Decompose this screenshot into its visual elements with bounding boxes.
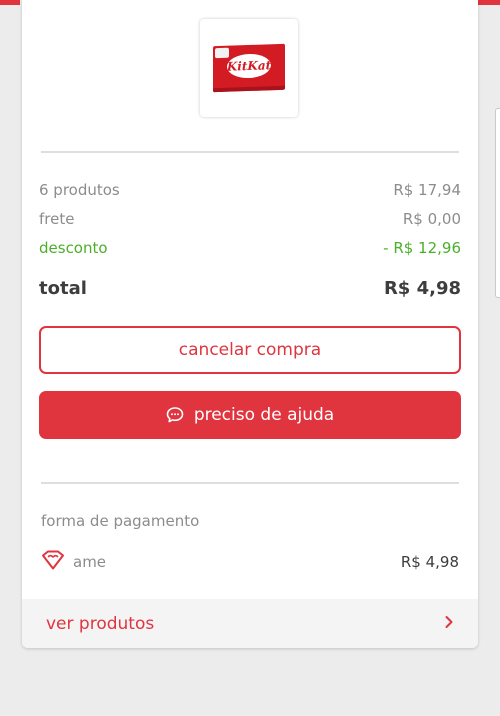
divider-payment xyxy=(41,482,459,484)
divider-top xyxy=(41,151,459,153)
nestle-tag xyxy=(215,47,229,59)
total-value: R$ 4,98 xyxy=(383,278,461,299)
view-products-label: ver produtos xyxy=(46,613,155,634)
summary-row-shipping: frete R$ 0,00 xyxy=(39,210,461,228)
summary-row-discount: desconto - R$ 12,96 xyxy=(39,239,461,257)
help-button[interactable]: preciso de ajuda xyxy=(39,391,461,439)
products-value: R$ 17,94 xyxy=(393,181,461,199)
kitkat-bar-image: KitKat xyxy=(213,43,285,93)
summary-row-total: total R$ 4,98 xyxy=(39,278,461,299)
payment-section-label: forma de pagamento xyxy=(41,512,200,530)
help-label: preciso de ajuda xyxy=(193,405,335,425)
payment-method-label: ame xyxy=(73,553,107,571)
payment-amount: R$ 4,98 xyxy=(400,553,459,571)
kitkat-logo: KitKat xyxy=(227,53,271,79)
discount-value: - R$ 12,96 xyxy=(383,239,461,257)
view-products-button[interactable]: ver produtos xyxy=(22,599,478,648)
shipping-label: frete xyxy=(39,210,75,228)
discount-label: desconto xyxy=(39,239,108,257)
header-edge-left xyxy=(0,0,20,5)
total-label: total xyxy=(39,278,87,299)
payment-method-row: ame R$ 4,98 xyxy=(41,550,459,574)
cancel-purchase-button[interactable]: cancelar compra xyxy=(39,326,461,374)
chat-bubble-icon xyxy=(166,406,184,424)
product-thumbnail[interactable]: KitKat xyxy=(200,19,298,117)
cancel-purchase-label: cancelar compra xyxy=(178,340,322,360)
products-label: 6 produtos xyxy=(39,181,120,199)
header-edge-right xyxy=(478,0,500,5)
order-card: KitKat 6 produtos R$ 17,94 frete R$ 0,00… xyxy=(22,0,478,648)
side-panel-handle[interactable] xyxy=(495,108,500,298)
chevron-right-icon xyxy=(444,613,454,634)
ame-heart-icon xyxy=(41,550,65,574)
summary-row-products: 6 produtos R$ 17,94 xyxy=(39,181,461,199)
shipping-value: R$ 0,00 xyxy=(402,210,461,228)
